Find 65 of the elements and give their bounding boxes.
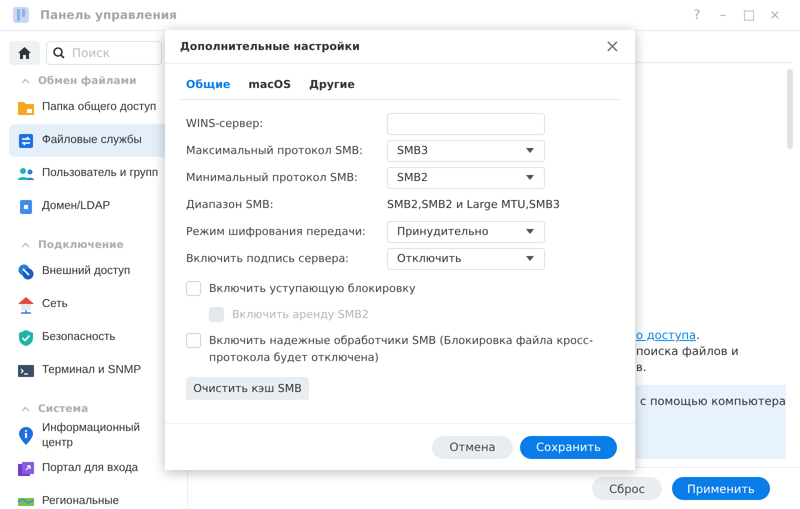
caret-icon <box>526 229 534 234</box>
house-icon <box>17 296 35 314</box>
checkbox[interactable] <box>186 333 201 348</box>
dropdown[interactable]: Принудительно <box>387 220 545 242</box>
transfer-icon <box>17 132 35 148</box>
dropdown[interactable]: SMB3 <box>387 140 545 162</box>
sidebar-item[interactable]: Папка общего доступ <box>9 91 187 124</box>
users-icon <box>17 166 35 182</box>
apply-button[interactable]: Применить <box>672 477 770 500</box>
checkbox-label: Включить аренду SMB2 <box>232 307 370 323</box>
caret-icon <box>526 175 534 180</box>
tab[interactable]: macOS <box>248 74 292 99</box>
field-label: WINS-сервер: <box>186 117 264 130</box>
field-value: SMB2,SMB2 и Large MTU,SMB3 <box>387 198 560 211</box>
window-arrow-icon <box>17 460 35 476</box>
description-text: о доступа. <box>636 327 701 343</box>
link[interactable]: о доступа <box>636 328 696 342</box>
info-text: с помощью компьютера <box>640 394 786 408</box>
window-title: Панель управления <box>40 8 178 22</box>
collapse-icon <box>21 242 30 248</box>
dropdown[interactable]: Отключить <box>387 248 545 270</box>
app-logo-icon <box>12 6 30 24</box>
tab[interactable]: Общие <box>186 74 230 99</box>
dialog-title: Дополнительные настройки <box>180 40 360 53</box>
field-label: Диапазон SMB: <box>186 198 274 211</box>
description-text: в. <box>636 359 648 375</box>
info-pin-icon <box>17 426 35 446</box>
clear-cache-button[interactable]: Очистить кэш SMB <box>186 377 309 400</box>
sidebar-item[interactable]: Пользователь и групп <box>9 157 187 190</box>
field-label: Режим шифрования передачи: <box>186 225 367 238</box>
collapse-icon <box>21 406 30 412</box>
caret-icon <box>526 256 534 261</box>
cancel-button[interactable]: Отмена <box>432 436 513 458</box>
checkbox-label: Включить уступающую блокировку <box>209 281 416 297</box>
home-button[interactable] <box>9 41 40 65</box>
tab[interactable]: Другие <box>309 74 355 99</box>
close-button[interactable]: × <box>604 38 620 56</box>
sidebar-item[interactable]: Информационный центр <box>9 419 187 452</box>
search-icon <box>53 47 65 59</box>
save-button[interactable]: Сохранить <box>520 436 617 458</box>
reset-button[interactable]: Сброс <box>592 477 662 500</box>
shield-icon <box>17 328 35 346</box>
description-text: поиска файлов и <box>636 343 740 359</box>
folder-icon <box>17 100 35 116</box>
collapse-icon <box>21 78 30 84</box>
id-card-icon <box>17 198 35 214</box>
checkbox-label: Включить надежные обработчики SMB (Блокировка файла кросс-протокола будет отключена) <box>209 333 594 366</box>
home-icon <box>18 47 31 59</box>
checkbox[interactable] <box>186 281 201 296</box>
sidebar-item[interactable]: Региональные <box>9 485 187 509</box>
field-label: Включить подпись сервера: <box>186 252 350 265</box>
sidebar-item[interactable]: Терминал и SNMP <box>9 354 187 387</box>
caret-icon <box>526 148 534 153</box>
field-label: Минимальный протокол SMB: <box>186 171 359 184</box>
map-icon <box>17 496 35 508</box>
sidebar-item[interactable]: Безопасность <box>9 321 187 354</box>
input-field[interactable] <box>387 112 545 134</box>
terminal-icon <box>17 362 35 378</box>
sidebar-item[interactable]: Домен/LDAP <box>9 190 187 223</box>
field-label: Максимальный протокол SMB: <box>186 144 364 157</box>
sidebar-item[interactable]: Сеть <box>9 288 187 321</box>
scrollbar[interactable] <box>786 69 793 149</box>
search-field[interactable]: Поиск <box>46 41 162 65</box>
dropdown[interactable]: SMB2 <box>387 166 545 188</box>
link-icon <box>17 262 35 280</box>
